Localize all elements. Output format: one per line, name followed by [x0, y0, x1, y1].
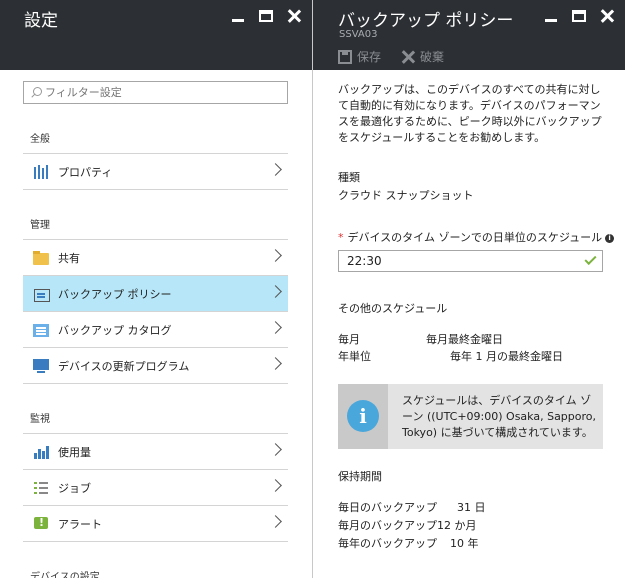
menu-item-backup-catalog[interactable]: バックアップ カタログ [23, 312, 288, 348]
section-device-settings: デバイスの設定 [30, 572, 100, 578]
maximize-icon[interactable] [571, 8, 587, 24]
alert-icon [33, 516, 49, 532]
timezone-info-text: スケジュールは、デバイスのタイム ゾーン ((UTC+09:00) Osaka,… [402, 394, 597, 439]
menu-item-label: バックアップ ポリシー [58, 287, 172, 301]
daily-schedule-label: デバイスのタイム ゾーンでの日単位のスケジュール [347, 231, 603, 244]
discard-button[interactable]: 破棄 [401, 48, 444, 65]
menu-item-label: バックアップ カタログ [58, 323, 172, 337]
settings-window-controls [230, 8, 302, 24]
section-general: 全般 [30, 134, 50, 145]
close-icon[interactable] [286, 8, 302, 24]
menu-item-label: デバイスの更新プログラム [58, 359, 190, 373]
daily-schedule-label-row: * デバイスのタイム ゾーンでの日単位のスケジュール i [338, 230, 615, 246]
monthly-key: 毎月 [338, 333, 360, 346]
chevron-right-icon [269, 163, 282, 176]
monthly-value: 毎月最終金曜日 [426, 333, 503, 346]
discard-label: 破棄 [420, 50, 445, 64]
backup-policy-window-controls [543, 8, 615, 24]
yearly-key: 年単位 [338, 350, 371, 363]
required-marker: * [338, 231, 344, 244]
menu-item-label: 使用量 [58, 445, 91, 459]
jobs-list-icon [33, 480, 49, 496]
chevron-right-icon [269, 321, 282, 334]
yearly-value: 毎年 1 月の最終金曜日 [450, 350, 563, 363]
device-subtitle: SSVA03 [339, 29, 378, 40]
general-menu: プロパティ [23, 153, 288, 190]
settings-header: 設定 [0, 0, 312, 70]
section-monitor: 監視 [30, 414, 50, 425]
properties-icon [33, 164, 49, 180]
backup-policy-title: バックアップ ポリシー [338, 11, 514, 31]
save-label: 保存 [357, 50, 382, 64]
backup-policy-blade: バックアップ ポリシー SSVA03 保存 破棄 バックアップは、このデバイスの… [313, 0, 625, 578]
close-icon[interactable] [599, 8, 615, 24]
menu-item-properties[interactable]: プロパティ [23, 154, 288, 190]
retention-monthly-key: 毎月のバックアップ [338, 519, 437, 532]
retention-daily-value: 31 日 [457, 501, 486, 514]
info-box-icon-area: i [338, 384, 388, 449]
other-schedules-label: その他のスケジュール [338, 302, 448, 315]
menu-item-label: 共有 [58, 251, 80, 265]
menu-item-backup-policy[interactable]: バックアップ ポリシー [23, 276, 288, 312]
info-icon[interactable]: i [605, 233, 615, 243]
retention-monthly-value: 12 か月 [437, 519, 477, 532]
command-bar: 保存 破棄 [338, 48, 444, 65]
menu-item-jobs[interactable]: ジョブ [23, 470, 288, 506]
timezone-info-box: i スケジュールは、デバイスのタイム ゾーン ((UTC+09:00) Osak… [338, 384, 603, 449]
discard-icon [401, 50, 415, 64]
device-update-icon [33, 358, 49, 374]
settings-blade: 設定 全般 プロパティ 管理 共有 バックアップ ポリシー [0, 0, 312, 578]
type-label: 種類 [338, 171, 360, 184]
menu-item-alerts[interactable]: アラート [23, 506, 288, 542]
retention-yearly-value: 10 年 [450, 537, 479, 550]
chevron-right-icon [269, 479, 282, 492]
settings-title: 設定 [24, 11, 58, 31]
catalog-icon [33, 322, 49, 338]
daily-schedule-field[interactable] [338, 250, 603, 272]
chevron-right-icon [269, 357, 282, 370]
manage-menu: 共有 バックアップ ポリシー バックアップ カタログ デバイスの更新プログラム [23, 239, 288, 384]
intro-text: バックアップは、このデバイスのすべての共有に対して自動的に有効になります。デバイ… [338, 83, 602, 144]
chevron-right-icon [269, 285, 282, 298]
filter-settings-box[interactable] [23, 81, 288, 104]
retention-yearly-key: 毎年のバックアップ [338, 537, 437, 550]
menu-item-usage[interactable]: 使用量 [23, 434, 288, 470]
minimize-icon[interactable] [543, 8, 559, 24]
menu-item-label: プロパティ [58, 165, 113, 179]
save-icon [338, 49, 352, 64]
chevron-right-icon [269, 249, 282, 262]
backup-policy-icon [33, 286, 50, 302]
monitor-menu: 使用量 ジョブ アラート [23, 433, 288, 542]
menu-item-label: ジョブ [58, 481, 91, 495]
section-manage: 管理 [30, 220, 50, 231]
folder-icon [33, 250, 49, 266]
type-value: クラウド スナップショット [338, 189, 474, 202]
chevron-right-icon [269, 443, 282, 456]
backup-policy-header: バックアップ ポリシー SSVA03 保存 破棄 [313, 0, 625, 70]
save-button[interactable]: 保存 [338, 48, 381, 65]
retention-daily-key: 毎日のバックアップ [338, 501, 437, 514]
info-circle-icon: i [347, 400, 379, 432]
filter-settings-input[interactable] [45, 86, 275, 99]
search-icon [30, 86, 42, 99]
minimize-icon[interactable] [230, 8, 246, 24]
menu-item-label: アラート [58, 517, 102, 531]
maximize-icon[interactable] [258, 8, 274, 24]
usage-chart-icon [33, 444, 49, 460]
retention-label: 保持期間 [338, 470, 382, 483]
menu-item-device-updates[interactable]: デバイスの更新プログラム [23, 348, 288, 384]
menu-item-shares[interactable]: 共有 [23, 240, 288, 276]
chevron-right-icon [269, 515, 282, 528]
checkmark-icon [584, 252, 597, 266]
daily-schedule-input[interactable] [347, 254, 567, 268]
